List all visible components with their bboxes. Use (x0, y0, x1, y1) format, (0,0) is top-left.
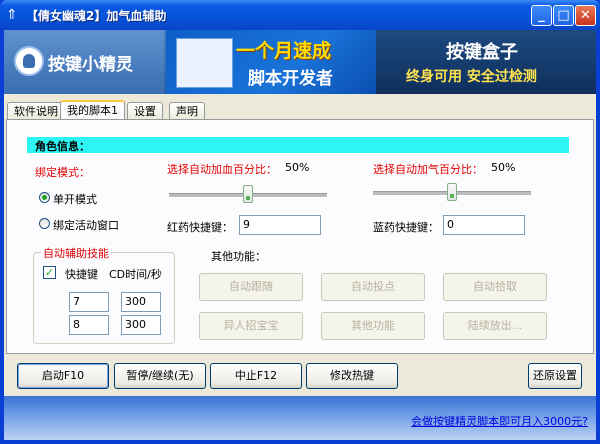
hp-percent-value: 50% (285, 161, 310, 174)
maximize-button[interactable]: □ (553, 5, 574, 26)
tab-settings[interactable]: 设置 (127, 102, 163, 120)
start-button[interactable]: 启动F10 (17, 363, 109, 389)
auto-pickup-button[interactable]: 自动拾取 (443, 273, 547, 301)
product-box-image (176, 38, 233, 88)
hp-percent-label: 选择自动加血百分比： (167, 163, 277, 176)
hp-hotkey-input[interactable]: 9 (239, 215, 321, 235)
ad-box-headline: 按键盒子 (446, 42, 518, 63)
skill-2-hotkey-input[interactable]: 8 (69, 315, 109, 335)
footer-bar: 会做按键精灵脚本即可月入3000元? (4, 396, 596, 440)
app-icon: ⇑ (6, 7, 18, 23)
restore-settings-button[interactable]: 还原设置 (528, 363, 582, 389)
logo: 按键小精灵 (4, 30, 164, 94)
role-info-bar (27, 137, 569, 153)
ad-banner-box[interactable]: 按键盒子 终身可用 安全过检测 (376, 30, 596, 94)
radio-single-mode-label: 单开模式 (53, 193, 97, 206)
script-panel: 角色信息： 绑定模式： 单开模式 绑定活动窗口 选择自动加血百分比： 50% 红… (6, 119, 594, 354)
other-functions-title: 其他功能： (211, 250, 266, 263)
close-button[interactable]: ✕ (575, 5, 596, 26)
other-function-button[interactable]: 其他功能 (321, 312, 425, 340)
title-bar[interactable]: ⇑ 【倩女幽魂2】加气血辅助 _ □ ✕ (0, 0, 600, 30)
auto-skill-title: 自动辅助技能 (41, 245, 111, 261)
hp-slider-thumb[interactable] (243, 185, 253, 203)
summon-pet-button[interactable]: 异人招宝宝 (199, 312, 303, 340)
skill-hotkey-header: 快捷键 (65, 268, 98, 281)
mp-hotkey-label: 蓝药快捷键： (373, 221, 439, 234)
app-window: ⇑ 【倩女幽魂2】加气血辅助 _ □ ✕ 按键小精灵 一个月速成 脚本开发者 按… (0, 0, 600, 444)
minimize-button[interactable]: _ (531, 5, 552, 26)
window-title: 【倩女幽魂2】加气血辅助 (26, 9, 167, 23)
mp-percent-value: 50% (491, 161, 516, 174)
skill-cd-header: CD时间/秒 (109, 268, 162, 281)
promo-link[interactable]: 会做按键精灵脚本即可月入3000元? (411, 413, 588, 429)
radio-bind-window-label: 绑定活动窗口 (53, 219, 119, 232)
coming-soon-button[interactable]: 陆续放出... (443, 312, 547, 340)
skill-1-cd-input[interactable]: 300 (121, 292, 161, 312)
skill-2-cd-input[interactable]: 300 (121, 315, 161, 335)
auto-point-button[interactable]: 自动投点 (321, 273, 425, 301)
modify-hotkey-button[interactable]: 修改热键 (306, 363, 398, 389)
ad-banner-course[interactable]: 一个月速成 脚本开发者 (166, 30, 376, 94)
banner: 按键小精灵 一个月速成 脚本开发者 按键盒子 终身可用 安全过检测 (4, 30, 596, 94)
ad-course-subline: 脚本开发者 (248, 69, 333, 89)
mp-percent-label: 选择自动加气百分比： (373, 163, 483, 176)
auto-skill-checkbox[interactable]: ✓ (43, 266, 56, 279)
skill-1-hotkey-input[interactable]: 7 (69, 292, 109, 312)
hp-hotkey-label: 红药快捷键： (167, 221, 233, 234)
bind-mode-label: 绑定模式： (35, 166, 90, 179)
client-area: 按键小精灵 一个月速成 脚本开发者 按键盒子 终身可用 安全过检测 软件说明 我… (4, 30, 596, 440)
logo-text: 按键小精灵 (48, 55, 133, 75)
role-info-title: 角色信息： (35, 140, 90, 153)
ad-course-headline: 一个月速成 (236, 40, 332, 62)
tab-about[interactable]: 软件说明 (7, 102, 65, 120)
pause-resume-button[interactable]: 暂停/继续(无) (114, 363, 206, 389)
stop-button[interactable]: 中止F12 (210, 363, 302, 389)
tab-statement[interactable]: 声明 (169, 102, 205, 120)
radio-single-mode[interactable] (39, 192, 50, 203)
mp-hotkey-input[interactable]: 0 (443, 215, 525, 235)
ad-box-subline: 终身可用 安全过检测 (406, 69, 537, 85)
radio-bind-window[interactable] (39, 218, 50, 229)
logo-icon (14, 46, 44, 76)
mp-slider-thumb[interactable] (447, 183, 457, 201)
auto-follow-button[interactable]: 自动跟随 (199, 273, 303, 301)
